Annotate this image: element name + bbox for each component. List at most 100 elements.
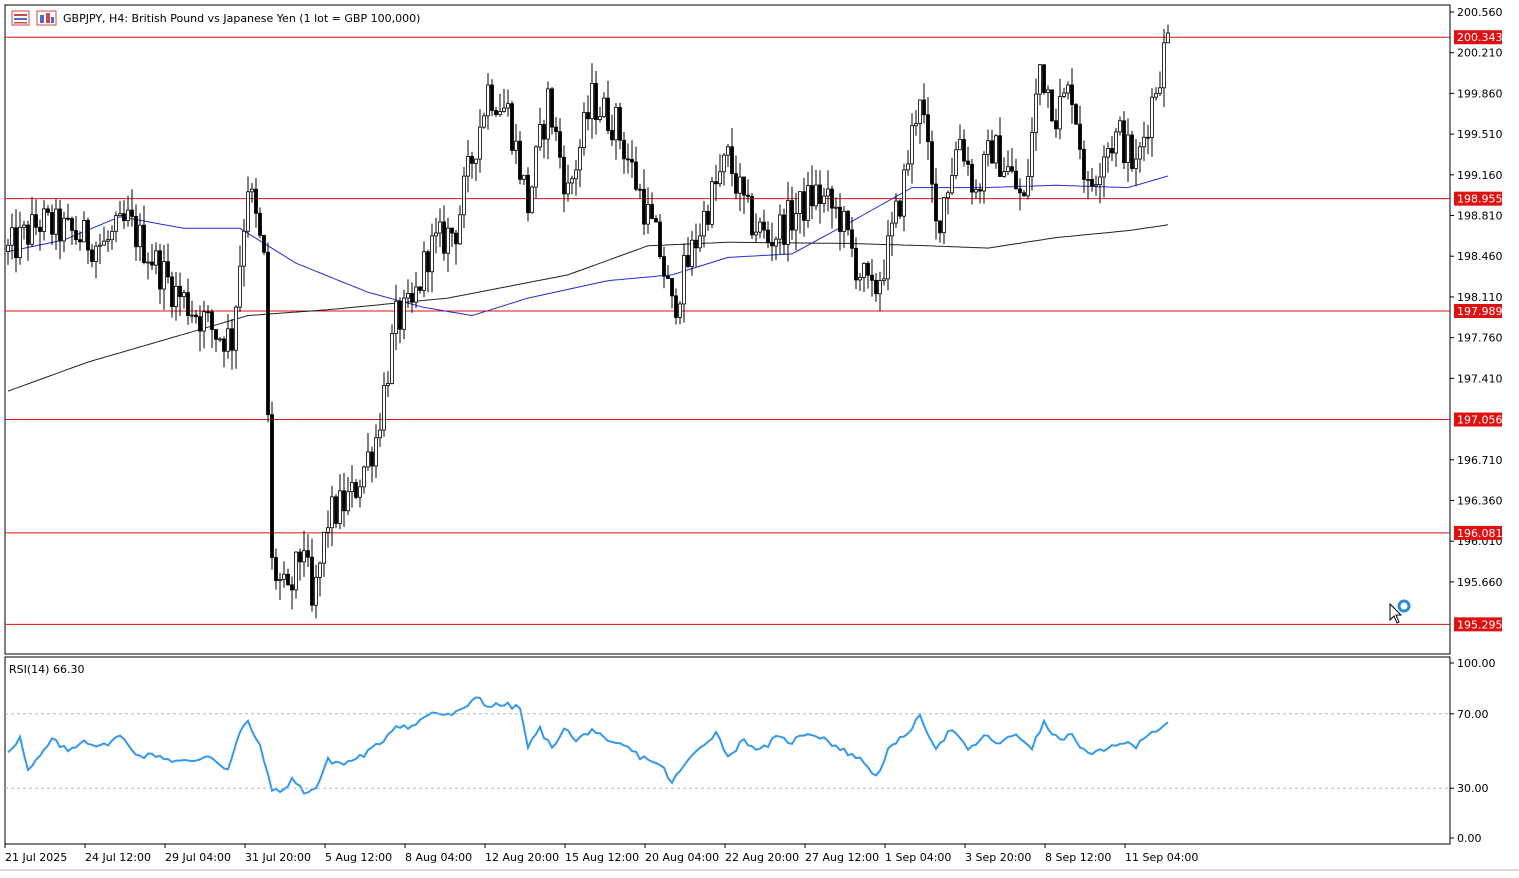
candle-body xyxy=(902,169,906,217)
candle xyxy=(750,193,754,240)
price-tick-label: 197.760 xyxy=(1457,332,1503,345)
candle-body xyxy=(818,184,822,205)
candle-body xyxy=(606,97,610,131)
candle-body xyxy=(62,217,66,242)
price-tick-label: 198.460 xyxy=(1457,250,1503,263)
candle-body xyxy=(686,255,690,267)
level-label: 200.343 xyxy=(1457,31,1503,44)
candle-body xyxy=(850,229,854,249)
candle-body xyxy=(914,123,918,127)
candle-body xyxy=(994,135,998,164)
candle-body xyxy=(558,131,562,158)
candle-body xyxy=(230,328,234,351)
candle-body xyxy=(1078,123,1082,150)
candle-body xyxy=(154,250,158,266)
candle-body xyxy=(1158,87,1162,94)
candle-body xyxy=(414,286,418,303)
candle-body xyxy=(554,126,558,132)
candle-body xyxy=(894,200,898,224)
candle-body xyxy=(602,97,606,117)
candle-body xyxy=(846,210,850,231)
candle-body xyxy=(378,429,382,439)
time-tick-label: 11 Sep 04:00 xyxy=(1125,851,1198,864)
candle-body xyxy=(34,214,38,228)
candle-body xyxy=(510,103,514,151)
candle-body xyxy=(1006,166,1010,173)
candle-body xyxy=(870,274,874,281)
candle-body xyxy=(1046,89,1050,93)
price-tick-label: 198.110 xyxy=(1457,291,1503,304)
chart-menu-icon[interactable] xyxy=(11,10,30,26)
candle-body xyxy=(958,139,962,151)
candle-body xyxy=(514,140,518,151)
candle-body xyxy=(118,213,122,217)
candle xyxy=(354,479,358,500)
candle-body xyxy=(18,226,22,259)
candle-body xyxy=(690,239,694,267)
candle-body xyxy=(290,584,294,591)
candle-body xyxy=(518,140,522,180)
candle-body xyxy=(302,550,306,563)
price-tick-label: 196.360 xyxy=(1457,494,1503,507)
candle-body xyxy=(562,156,566,195)
candle-body xyxy=(770,242,774,247)
candle-body xyxy=(746,194,750,197)
candle-body xyxy=(502,107,506,112)
candle-body xyxy=(98,244,102,247)
candle-body xyxy=(114,215,118,232)
candle-body xyxy=(326,527,330,533)
rsi-tick-label: 100.00 xyxy=(1457,657,1496,670)
chart-canvas[interactable]: 200.560 200.210 199.860 199.510 199.160 198.8… xyxy=(0,0,1519,874)
candle-body xyxy=(754,231,758,236)
candle-body xyxy=(278,578,282,582)
candle-body xyxy=(438,221,442,234)
candle-body xyxy=(346,491,350,512)
candle-body xyxy=(310,556,314,606)
time-tick-label: 3 Sep 20:00 xyxy=(965,851,1031,864)
candle-body xyxy=(1030,132,1034,177)
candle xyxy=(266,242,270,423)
candle-body xyxy=(330,496,334,529)
candle-body xyxy=(1118,120,1122,133)
candle-body xyxy=(1150,96,1154,138)
candle-body xyxy=(566,182,570,195)
candle-body xyxy=(650,204,654,219)
candle-body xyxy=(454,232,458,245)
price-tick-label: 195.660 xyxy=(1457,576,1503,589)
rsi-tick-label: 0.00 xyxy=(1457,832,1482,845)
candle-body xyxy=(998,135,1002,177)
candle-body xyxy=(10,227,14,246)
candle-body xyxy=(978,189,982,192)
candle-body xyxy=(202,311,206,332)
candle-body xyxy=(646,204,650,225)
candle-body xyxy=(570,178,574,184)
candle-body xyxy=(618,107,622,141)
candle-body xyxy=(806,185,810,221)
candle-body xyxy=(594,83,598,120)
candle-body xyxy=(966,160,970,165)
candle-body xyxy=(130,209,134,217)
candle-body xyxy=(1074,104,1078,125)
candle-body xyxy=(38,226,42,232)
chart-type-icon[interactable] xyxy=(36,10,57,26)
candle-body xyxy=(842,210,846,232)
candle-body xyxy=(530,186,534,214)
time-tick-label: 22 Aug 20:00 xyxy=(725,851,799,864)
candle-body xyxy=(642,188,646,225)
time-tick-label: 5 Aug 12:00 xyxy=(325,851,392,864)
price-tick-label: 196.710 xyxy=(1457,454,1503,467)
candle-body xyxy=(122,213,126,222)
candle-body xyxy=(226,328,230,352)
candle-body xyxy=(1038,64,1042,95)
candle-body xyxy=(638,188,642,191)
candle-body xyxy=(890,222,894,237)
chart-window[interactable]: 200.560 200.210 199.860 199.510 199.160 198.8… xyxy=(0,0,1519,874)
candle-body xyxy=(710,181,714,225)
candle-body xyxy=(590,83,594,120)
candle-body xyxy=(1134,158,1138,169)
candle-body xyxy=(622,139,626,160)
time-tick-label: 27 Aug 12:00 xyxy=(805,851,879,864)
candle-body xyxy=(774,238,778,247)
price-tick-label: 199.160 xyxy=(1457,169,1503,182)
candle-body xyxy=(406,293,410,299)
